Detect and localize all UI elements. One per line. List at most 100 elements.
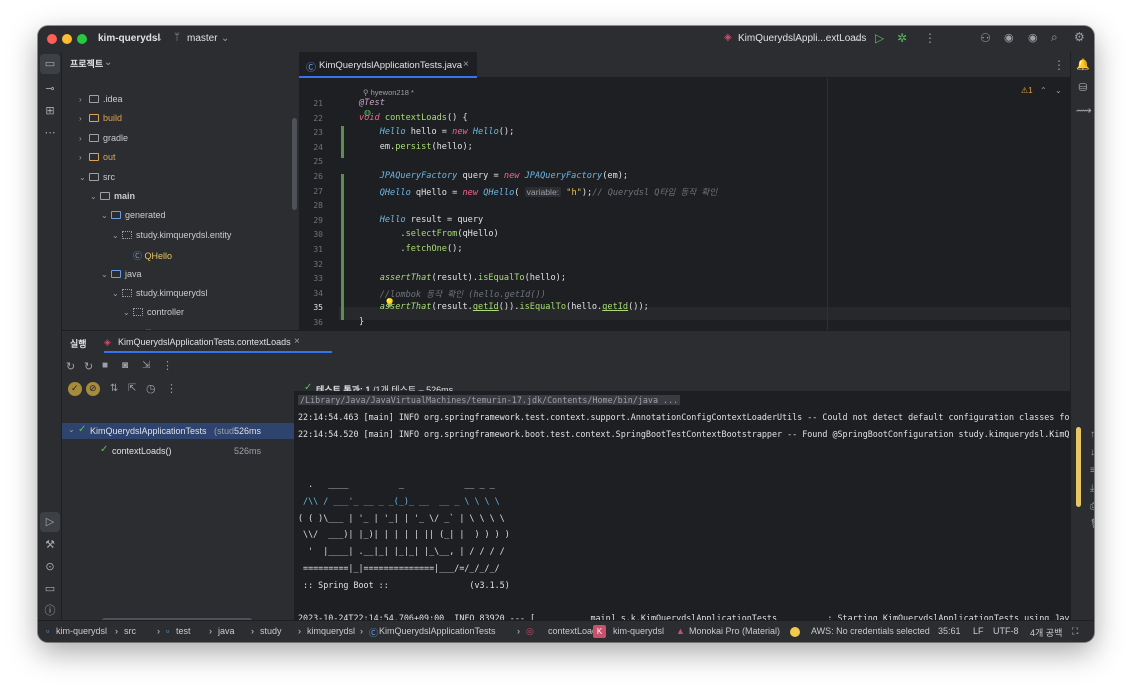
chevron-icon[interactable]: ⌄ <box>112 289 122 298</box>
run-tab-label: KimQuerydslApplicationTests.contextLoads <box>118 337 291 347</box>
more-icon[interactable]: ⋮ <box>166 382 177 395</box>
chevron-icon[interactable]: ⌄ <box>101 270 111 279</box>
line-separator[interactable]: LF <box>973 626 984 636</box>
tree-item[interactable]: › .idea <box>79 94 123 104</box>
show-ignored-toggle[interactable]: ⊘ <box>86 382 100 396</box>
chevron-icon[interactable]: ⌄ <box>79 173 89 182</box>
rerun-failed-icon[interactable]: ↻ <box>84 360 93 373</box>
chevron-icon[interactable]: › <box>79 153 89 162</box>
run-config-selector[interactable]: KimQuerydslAppli...extLoads <box>738 33 866 44</box>
test-row[interactable]: ✓ contextLoads() 526ms <box>62 443 294 459</box>
code-area[interactable]: ⚲ hyewon218 * ⚠1 ⌃ ⌄ ◍ 💡 21 @Test 22 void c… <box>299 78 1070 330</box>
tree-item[interactable]: ⌄ study.kimquerydsl <box>112 288 207 298</box>
caret-position[interactable]: 35:61 <box>938 626 961 636</box>
tab-options-icon[interactable]: ⋮ <box>1053 58 1065 72</box>
search-icon[interactable]: ⌕ <box>1051 30 1058 45</box>
trash-icon[interactable]: 🗑 <box>1090 519 1094 530</box>
more-actions-icon[interactable]: ⋮ <box>924 31 936 45</box>
chevron-icon[interactable]: ⌄ <box>101 211 111 220</box>
indent-setting[interactable]: 4개 공백 <box>1030 626 1062 639</box>
rerun-icon[interactable]: ↻ <box>66 360 75 373</box>
run-icon[interactable]: ▷ <box>875 31 884 45</box>
chevron-icon[interactable]: › <box>79 134 89 143</box>
vcs-project[interactable]: kim-querydsl <box>613 626 664 636</box>
gear-icon[interactable]: ⚙ <box>1074 30 1085 44</box>
branch-selector[interactable]: master <box>187 33 218 44</box>
arrow-down-icon[interactable]: ↓ <box>1090 447 1094 458</box>
minimize-window-button[interactable] <box>62 34 72 44</box>
commit-icon[interactable]: ⊸ <box>43 82 57 96</box>
breadcrumb-item[interactable]: kim-querydsl <box>56 626 107 636</box>
more-icon[interactable]: ⋮ <box>162 359 173 372</box>
tree-item[interactable]: › out <box>79 152 116 162</box>
chevron-icon[interactable]: ⌄ <box>123 308 133 317</box>
print-icon[interactable]: ⎙ <box>1090 501 1094 512</box>
gradle-icon[interactable]: ⟿ <box>1076 104 1092 118</box>
tree-item[interactable]: ⌄ controller <box>123 307 184 317</box>
tab-kimquerydsl-tests[interactable]: Ⓒ KimQuerydslApplicationTests.java × <box>299 52 477 78</box>
services-icon[interactable]: ⊙ <box>43 560 57 574</box>
problems-icon[interactable]: ⓘ <box>43 604 57 618</box>
tree-item[interactable]: ⌄ generated <box>101 210 166 220</box>
chevron-down-icon: ⌄ <box>853 33 862 44</box>
sort-icon[interactable]: ⇅ <box>110 383 118 394</box>
test-row[interactable]: ⌄ ✓ KimQuerydslApplicationTests (stud 526ms <box>62 423 294 439</box>
soft-wrap-icon[interactable]: ≡ <box>1090 465 1094 476</box>
export-icon[interactable]: ⇲ <box>142 360 150 371</box>
lock-icon[interactable]: ⛶ <box>1072 626 1078 637</box>
run-tab[interactable]: ◈ KimQuerydslApplicationTests.contextLoa… <box>104 331 332 353</box>
tree-item[interactable]: ⌄ java <box>101 269 142 279</box>
add-user-icon[interactable]: ⚇ <box>980 31 991 45</box>
chevron-icon[interactable]: ⌄ <box>112 231 122 240</box>
tree-item[interactable]: ⌄ study.kimquerydsl.entity <box>112 230 231 240</box>
tree-item[interactable]: Ⓒ QHello <box>123 249 172 262</box>
run-tool-button[interactable]: ▷ <box>40 512 60 532</box>
tree-item[interactable]: › build <box>79 113 122 123</box>
chevron-icon[interactable]: › <box>79 114 89 123</box>
debug-icon[interactable]: ✲ <box>897 31 907 45</box>
tree-item-label: out <box>103 152 116 163</box>
zoom-window-button[interactable] <box>77 34 87 44</box>
breadcrumb-item[interactable]: java <box>218 626 235 636</box>
breadcrumb-item[interactable]: kimquerydsl <box>307 626 355 636</box>
breadcrumb-item[interactable]: src <box>124 626 136 636</box>
history-icon[interactable]: ◷ <box>146 382 156 395</box>
tree-item[interactable]: ⌄ main <box>90 191 135 201</box>
tree-item[interactable]: › gradle <box>79 133 128 143</box>
code-line: em.persist(hello); <box>359 141 473 152</box>
screenshot-icon[interactable]: ◙ <box>122 360 128 371</box>
project-tool-button[interactable]: ▭ <box>40 54 60 74</box>
notifications-icon[interactable]: 🔔 <box>1076 58 1090 72</box>
console-scrollbar[interactable] <box>1076 427 1081 507</box>
sort-duration-icon[interactable]: ⇱ <box>128 383 136 394</box>
breadcrumb-item[interactable]: KimQuerydslApplicationTests <box>379 626 496 636</box>
breadcrumb-item[interactable]: test <box>176 626 191 636</box>
console-output[interactable]: /Library/Java/JavaVirtualMachines/temuri… <box>294 391 1070 631</box>
terminal-icon[interactable]: ▭ <box>43 582 57 596</box>
scroll-to-end-icon[interactable]: ⤓ <box>1090 483 1094 494</box>
build-icon[interactable]: ⚒ <box>43 538 57 552</box>
theme-name[interactable]: Monokai Pro (Material) <box>689 626 780 636</box>
left-tool-strip: ▭ ⊸ ⊞ ⋯ ▷ ⚒ ⊙ ▭ ⓘ ᛘ <box>38 52 62 639</box>
line-number: 27 <box>313 186 323 196</box>
ai-assistant-icon[interactable]: ◉ <box>1004 31 1014 44</box>
project-selector[interactable]: kim-querydsl <box>98 33 160 44</box>
code-with-me-icon[interactable]: ◉ <box>1028 31 1038 44</box>
chevron-icon[interactable]: ⌄ <box>90 192 100 201</box>
arrow-up-icon[interactable]: ↑ <box>1090 429 1094 440</box>
chevron-icon[interactable]: › <box>79 95 89 104</box>
close-icon[interactable]: × <box>294 336 300 347</box>
tree-scrollbar[interactable] <box>292 118 297 210</box>
show-passed-toggle[interactable]: ✓ <box>68 382 82 396</box>
aws-status[interactable]: AWS: No credentials selected <box>811 626 930 636</box>
stop-icon[interactable]: ■ <box>102 360 108 371</box>
tree-item[interactable]: ⌄ src <box>79 172 115 182</box>
breadcrumb-item[interactable]: study <box>260 626 282 636</box>
database-icon[interactable]: ⛁ <box>1076 81 1090 95</box>
file-encoding[interactable]: UTF-8 <box>993 626 1019 636</box>
close-icon[interactable]: × <box>463 59 469 70</box>
chevron-down-icon[interactable]: ⌄ <box>68 425 75 434</box>
structure-icon[interactable]: ⊞ <box>43 104 57 118</box>
close-window-button[interactable] <box>47 34 57 44</box>
more-tools-icon[interactable]: ⋯ <box>43 126 57 140</box>
